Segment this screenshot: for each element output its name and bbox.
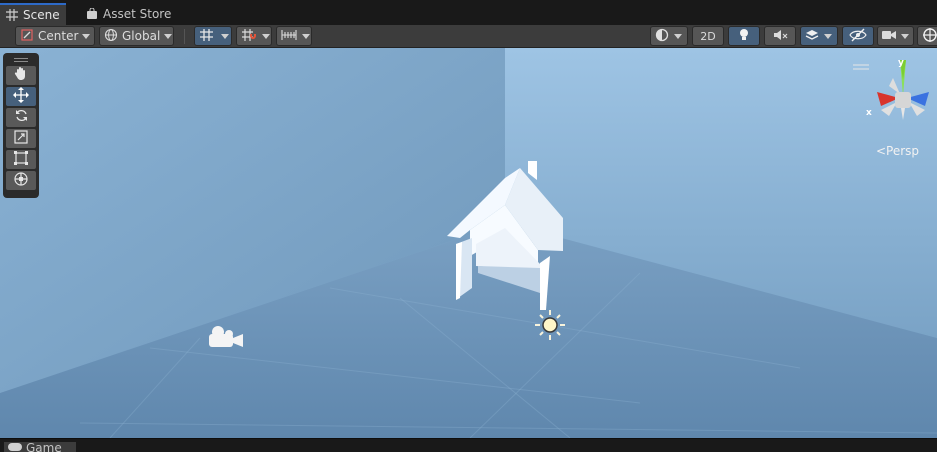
projection-toggle[interactable]: <Persp: [876, 144, 919, 158]
scene-toolbar: Center Global 2D: [0, 25, 937, 48]
tools-overlay: [3, 53, 39, 198]
scene-lighting-toggle[interactable]: [728, 26, 760, 46]
align-tools-dropdown[interactable]: [276, 26, 312, 46]
grid-snap-icon: [199, 28, 215, 45]
pivot-rotation-label: Global: [122, 29, 161, 43]
toggle-2d-button[interactable]: 2D: [692, 26, 724, 46]
ruler-icon: [281, 28, 297, 45]
scene-audio-toggle[interactable]: [764, 26, 796, 46]
tab-asset-store-label: Asset Store: [103, 7, 172, 21]
view-tool-button[interactable]: [6, 66, 36, 85]
axis-y-label[interactable]: y: [898, 58, 904, 68]
draw-mode-dropdown[interactable]: [650, 26, 688, 46]
rect-tool-button[interactable]: [6, 150, 36, 169]
transform-gizmo-icon: [13, 171, 29, 191]
speaker-muted-icon: [772, 28, 788, 45]
pivot-rotation-dropdown[interactable]: Global: [99, 26, 174, 46]
toolbar-divider: [184, 29, 185, 44]
crosshair-globe-icon: [922, 27, 937, 46]
grid-icon: [6, 9, 18, 21]
eye-slash-icon: [849, 28, 867, 45]
axis-x-label[interactable]: x: [866, 108, 872, 118]
rotate-icon: [14, 108, 29, 127]
lightbulb-icon: [738, 28, 750, 45]
grid-snapping-toggle[interactable]: [194, 26, 232, 46]
scene-viewport[interactable]: y x: [0, 48, 937, 438]
gamepad-icon: [8, 442, 22, 452]
chevron-down-icon: [262, 33, 270, 39]
move-arrows-icon: [13, 86, 29, 107]
shopping-bag-icon: [86, 7, 98, 20]
tab-game-label: Game: [26, 442, 62, 452]
gizmos-toggle[interactable]: [917, 26, 937, 46]
tab-game[interactable]: Game: [4, 442, 76, 452]
chevron-down-icon: [901, 33, 909, 39]
magnet-grid-icon: [241, 28, 257, 45]
chevron-down-icon: [824, 33, 832, 39]
pivot-center-icon: [20, 28, 34, 45]
shaded-sphere-icon: [655, 28, 669, 45]
effects-dropdown[interactable]: [800, 26, 838, 46]
hand-icon: [14, 66, 28, 85]
bottom-tab-bar: [0, 438, 937, 452]
tab-scene-label: Scene: [23, 8, 60, 22]
chevron-down-icon: [302, 33, 310, 39]
rotate-tool-button[interactable]: [6, 108, 36, 127]
camera-settings-dropdown[interactable]: [877, 26, 914, 46]
scene-render: [0, 48, 937, 438]
tab-bar: Scene Asset Store: [0, 0, 937, 25]
hidden-objects-toggle[interactable]: [842, 26, 874, 46]
chevron-down-icon: [674, 33, 682, 39]
increment-snapping-toggle[interactable]: [236, 26, 272, 46]
gizmo-menu-grip[interactable]: [853, 55, 869, 74]
chevron-down-icon: [164, 33, 173, 39]
rect-transform-icon: [14, 150, 28, 169]
overlay-grip[interactable]: [6, 55, 36, 64]
move-tool-button[interactable]: [6, 86, 36, 107]
tab-asset-store[interactable]: Asset Store: [80, 3, 177, 25]
globe-icon: [104, 28, 118, 45]
scale-tool-button[interactable]: [6, 129, 36, 148]
pivot-mode-dropdown[interactable]: Center: [15, 26, 95, 46]
pivot-mode-label: Center: [38, 29, 79, 43]
transform-tool-button[interactable]: [6, 171, 36, 190]
layers-icon: [805, 28, 819, 45]
toggle-2d-label: 2D: [700, 29, 716, 43]
scale-icon: [14, 129, 28, 148]
unity-scene-window: Scene Asset Store Center Global 2D y x <…: [0, 0, 937, 452]
chevron-down-icon: [221, 33, 229, 39]
chevron-down-icon: [82, 33, 91, 39]
video-camera-icon: [882, 29, 896, 44]
tab-scene[interactable]: Scene: [0, 3, 66, 25]
